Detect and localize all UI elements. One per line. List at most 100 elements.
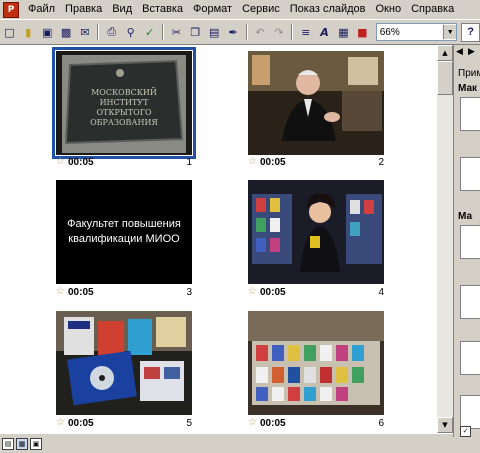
slide-meta-1: ☆ 00:05 1 xyxy=(56,156,192,169)
slide-thumbnail-6[interactable] xyxy=(248,311,384,415)
standard-toolbar: □ ▮ ▣ ▩ ✉ ⎙ ⚲ ✓ ✂ ❐ ▤ ✒ ↶ ↷ ≡ A ▦ ■ 66% … xyxy=(0,20,480,45)
slide-6-image xyxy=(248,311,384,415)
slide-number: 1 xyxy=(186,157,192,168)
toolbar-separator xyxy=(291,24,294,40)
open-folder-icon[interactable]: ▮ xyxy=(20,23,37,41)
menu-format[interactable]: Формат xyxy=(188,0,237,19)
forward-arrow-icon[interactable]: ▶ xyxy=(468,47,475,57)
menu-slideshow[interactable]: Показ слайдов xyxy=(285,0,371,19)
slide-5-image xyxy=(56,311,192,415)
transition-icon[interactable]: ☆ xyxy=(248,417,257,428)
scroll-thumb[interactable] xyxy=(437,61,453,95)
scroll-up-button[interactable]: ▲ xyxy=(437,45,453,61)
task-pane-title: Прим xyxy=(458,68,480,79)
slide-number: 6 xyxy=(378,418,384,429)
normal-view-icon[interactable]: ▤ xyxy=(2,437,14,450)
menu-edit[interactable]: Правка xyxy=(60,0,107,19)
slide-thumbnail-4[interactable] xyxy=(248,180,384,284)
slide-meta-2: ☆ 00:05 2 xyxy=(248,156,384,169)
transition-icon[interactable]: ☆ xyxy=(56,286,65,297)
show-formatting-icon[interactable]: A xyxy=(316,23,333,41)
plaque-line-3: ОТКРЫТОГО xyxy=(96,108,152,117)
help-button[interactable]: ? xyxy=(461,22,480,42)
slide-thumbnail-1[interactable]: МОСКОВСКИЙ ИНСТИТУТ ОТКРЫТОГО ОБРАЗОВАНИ… xyxy=(52,47,196,159)
slide-3-image: Факультет повышения квалификации МИОО xyxy=(56,180,192,284)
slide-meta-6: ☆ 00:05 6 xyxy=(248,417,384,430)
slideshow-view-icon[interactable]: ▣ xyxy=(30,437,42,450)
slide-meta-5: ☆ 00:05 5 xyxy=(56,417,192,430)
slide-meta-3: ☆ 00:05 3 xyxy=(56,286,192,299)
copy-icon[interactable]: ❐ xyxy=(187,23,204,41)
task-pane-section-heading: Ма xyxy=(458,211,473,222)
toolbar-separator xyxy=(245,24,248,40)
menu-help[interactable]: Справка xyxy=(406,0,459,19)
slide-3-title-line-1: Факультет повышения xyxy=(67,218,181,230)
chevron-down-icon[interactable]: ▼ xyxy=(443,25,457,39)
slide-thumbnail-2[interactable] xyxy=(248,51,384,155)
layout-option[interactable] xyxy=(460,97,480,131)
email-icon[interactable]: ✉ xyxy=(77,23,94,41)
slide-2-image xyxy=(248,51,384,155)
transition-icon[interactable]: ☆ xyxy=(56,156,65,167)
save-icon[interactable]: ▣ xyxy=(39,23,56,41)
slide-sorter-view-icon[interactable]: ▦ xyxy=(16,437,28,450)
plaque-line-4: ОБРАЗОВАНИЯ xyxy=(90,118,158,127)
menu-tools[interactable]: Сервис xyxy=(237,0,285,19)
grid-icon[interactable]: ▦ xyxy=(335,23,352,41)
layout-option[interactable] xyxy=(460,341,480,375)
plaque-line-1: МОСКОВСКИЙ xyxy=(91,88,157,97)
transition-icon[interactable]: ☆ xyxy=(248,156,257,167)
slide-timing: 00:05 xyxy=(68,157,94,168)
slide-number: 5 xyxy=(186,418,192,429)
toolbar-separator xyxy=(97,24,100,40)
redo-icon[interactable]: ↷ xyxy=(270,23,287,41)
print-icon[interactable]: ⎙ xyxy=(103,23,120,41)
undo-icon[interactable]: ↶ xyxy=(252,23,269,41)
slide-4-image xyxy=(248,180,384,284)
zoom-combobox[interactable]: 66% ▼ xyxy=(375,23,458,41)
menu-view[interactable]: Вид xyxy=(107,0,137,19)
paste-icon[interactable]: ▤ xyxy=(206,23,223,41)
back-arrow-icon[interactable]: ◀ xyxy=(456,47,463,57)
menu-window[interactable]: Окно xyxy=(371,0,407,19)
layout-option[interactable] xyxy=(460,395,480,429)
slide-number: 3 xyxy=(186,287,192,298)
slide-3-title-line-2: квалификации МИОО xyxy=(68,233,180,245)
menu-bar: P Файл Правка Вид Вставка Формат Сервис … xyxy=(0,0,480,20)
expand-all-icon[interactable]: ≡ xyxy=(297,23,314,41)
zoom-value: 66% xyxy=(379,26,400,38)
transition-icon[interactable]: ☆ xyxy=(56,417,65,428)
task-pane-section-heading: Мак xyxy=(458,83,478,94)
new-document-icon[interactable]: □ xyxy=(1,23,18,41)
slide-timing: 00:05 xyxy=(68,418,94,429)
vertical-scrollbar[interactable]: ▲ ▼ xyxy=(437,45,453,433)
print-preview-icon[interactable]: ⚲ xyxy=(122,23,139,41)
transition-icon[interactable]: ☆ xyxy=(248,286,257,297)
layout-option[interactable] xyxy=(460,225,480,259)
permission-icon[interactable]: ▩ xyxy=(58,23,75,41)
slide-thumbnail-5[interactable] xyxy=(56,311,192,415)
slide-number: 2 xyxy=(378,157,384,168)
spelling-icon[interactable]: ✓ xyxy=(141,23,158,41)
color-grayscale-icon[interactable]: ■ xyxy=(354,23,371,41)
slide-thumbnail-3[interactable]: Факультет повышения квалификации МИОО xyxy=(56,180,192,284)
task-pane-checkbox[interactable]: ✓ xyxy=(460,426,471,437)
slide-timing: 00:05 xyxy=(260,418,286,429)
menu-insert[interactable]: Вставка xyxy=(137,0,188,19)
plaque-line-2: ИНСТИТУТ xyxy=(100,98,150,107)
cut-icon[interactable]: ✂ xyxy=(168,23,185,41)
powerpoint-app-icon[interactable]: P xyxy=(3,1,19,18)
slide-sorter-area: МОСКОВСКИЙ ИНСТИТУТ ОТКРЫТОГО ОБРАЗОВАНИ… xyxy=(0,45,437,433)
format-painter-icon[interactable]: ✒ xyxy=(225,23,242,41)
scroll-down-button[interactable]: ▼ xyxy=(437,417,453,433)
slide-number: 4 xyxy=(378,287,384,298)
slide-timing: 00:05 xyxy=(68,287,94,298)
menu-file[interactable]: Файл xyxy=(23,0,60,19)
layout-option[interactable] xyxy=(460,285,480,319)
layout-option[interactable] xyxy=(460,157,480,191)
slide-timing: 00:05 xyxy=(260,157,286,168)
slide-1-image: МОСКОВСКИЙ ИНСТИТУТ ОТКРЫТОГО ОБРАЗОВАНИ… xyxy=(56,51,192,155)
toolbar-separator xyxy=(162,24,164,40)
task-pane: ◀ ▶ Прим Мак Ма ✓ xyxy=(453,45,480,437)
slide-timing: 00:05 xyxy=(260,287,286,298)
